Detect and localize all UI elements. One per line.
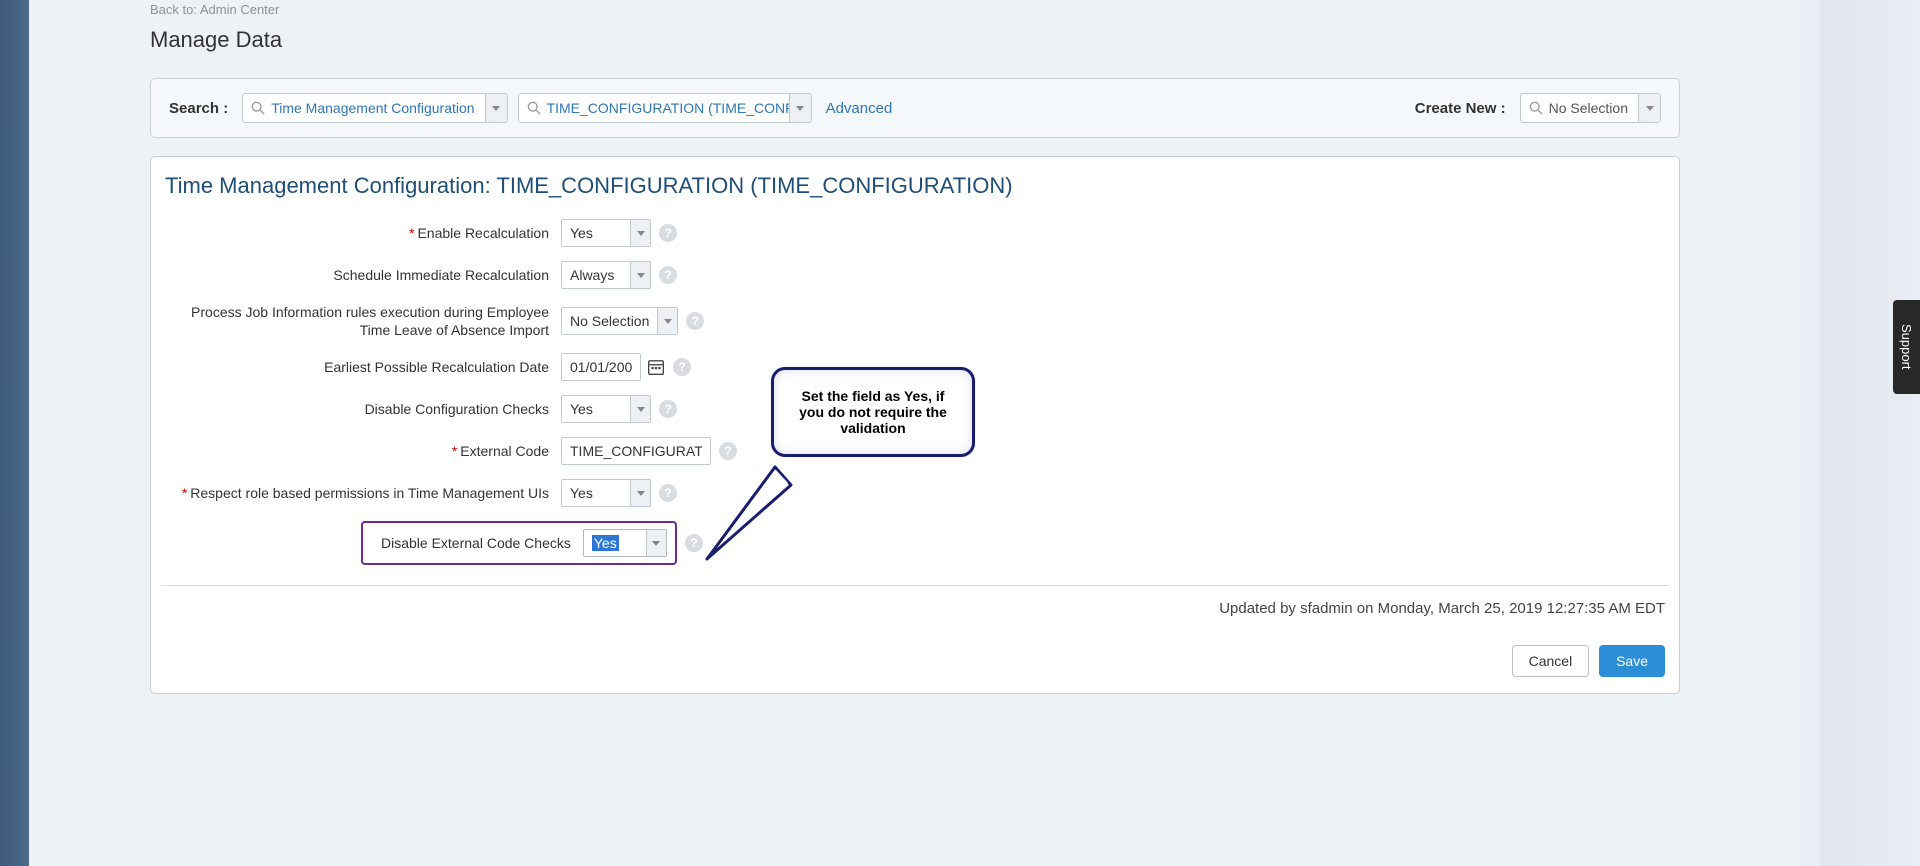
select-value: Yes — [562, 220, 630, 246]
help-icon[interactable]: ? — [659, 224, 677, 242]
select-value: Yes — [584, 530, 646, 556]
external-code-input[interactable] — [561, 437, 711, 465]
field-disable-external-code-checks: Disable External Code Checks Yes ? — [161, 521, 1669, 565]
calendar-icon[interactable] — [647, 358, 665, 376]
advanced-link[interactable]: Advanced — [826, 100, 893, 117]
chevron-down-icon[interactable] — [630, 220, 650, 246]
search-type-combo[interactable]: Time Management Configuration — [242, 93, 507, 123]
field-label: Earliest Possible Recalculation Date — [324, 359, 549, 375]
button-row: Cancel Save — [161, 645, 1669, 677]
disable-external-code-select[interactable]: Yes — [583, 529, 667, 557]
field-label: Respect role based permissions in Time M… — [190, 485, 549, 501]
help-icon[interactable]: ? — [685, 534, 703, 552]
select-value: No Selection — [562, 308, 657, 334]
respect-role-select[interactable]: Yes — [561, 479, 651, 507]
schedule-recalculation-select[interactable]: Always — [561, 261, 651, 289]
enable-recalculation-select[interactable]: Yes — [561, 219, 651, 247]
help-icon[interactable]: ? — [719, 442, 737, 460]
search-icon — [1521, 94, 1549, 122]
select-value: Yes — [562, 396, 630, 422]
field-label: External Code — [460, 443, 549, 459]
create-new-value: No Selection — [1549, 94, 1638, 122]
chevron-down-icon[interactable] — [630, 480, 650, 506]
field-respect-role: *Respect role based permissions in Time … — [161, 479, 1669, 507]
help-icon[interactable]: ? — [686, 312, 704, 330]
page-title: Manage Data — [150, 27, 1680, 53]
panel-title: Time Management Configuration: TIME_CONF… — [165, 173, 1669, 199]
help-icon[interactable]: ? — [659, 266, 677, 284]
search-object-value: TIME_CONFIGURATION (TIME_CONFI... — [547, 94, 789, 122]
field-enable-recalculation: *Enable Recalculation Yes ? — [161, 219, 1669, 247]
chevron-down-icon[interactable] — [485, 94, 507, 122]
search-object-combo[interactable]: TIME_CONFIGURATION (TIME_CONFI... — [518, 93, 812, 123]
support-tab[interactable]: Support — [1893, 300, 1920, 394]
highlighted-field: Disable External Code Checks Yes — [361, 521, 677, 565]
earliest-date-input[interactable] — [561, 353, 641, 381]
cancel-button[interactable]: Cancel — [1512, 645, 1590, 677]
field-process-job-info: Process Job Information rules execution … — [161, 303, 1669, 339]
select-value: Yes — [562, 480, 630, 506]
help-icon[interactable]: ? — [673, 358, 691, 376]
chevron-down-icon[interactable] — [646, 530, 666, 556]
chevron-down-icon[interactable] — [789, 94, 811, 122]
select-value: Always — [562, 262, 630, 288]
chevron-down-icon[interactable] — [630, 262, 650, 288]
save-button[interactable]: Save — [1599, 645, 1665, 677]
updated-text: Updated by sfadmin on Monday, March 25, … — [161, 600, 1669, 617]
field-label: Process Job Information rules execution … — [191, 304, 549, 338]
help-icon[interactable]: ? — [659, 400, 677, 418]
create-new-label: Create New : — [1415, 100, 1506, 117]
search-icon — [243, 94, 271, 122]
field-schedule-recalculation: Schedule Immediate Recalculation Always … — [161, 261, 1669, 289]
breadcrumb[interactable]: Back to: Admin Center — [150, 0, 1680, 27]
disable-config-select[interactable]: Yes — [561, 395, 651, 423]
config-panel: Time Management Configuration: TIME_CONF… — [150, 156, 1680, 694]
search-type-value: Time Management Configuration — [271, 94, 484, 122]
field-label: Schedule Immediate Recalculation — [333, 267, 549, 283]
chevron-down-icon[interactable] — [630, 396, 650, 422]
annotation-callout: Set the field as Yes, if you do not requ… — [771, 367, 975, 457]
create-new-combo[interactable]: No Selection — [1520, 93, 1661, 123]
search-label: Search : — [169, 100, 228, 117]
field-label: Enable Recalculation — [417, 225, 549, 241]
help-icon[interactable]: ? — [659, 484, 677, 502]
field-label: Disable External Code Checks — [381, 535, 571, 551]
chevron-down-icon[interactable] — [657, 308, 677, 334]
search-icon — [519, 94, 547, 122]
chevron-down-icon[interactable] — [1638, 94, 1660, 122]
search-bar: Search : Time Management Configuration T… — [150, 78, 1680, 138]
field-label: Disable Configuration Checks — [365, 401, 549, 417]
process-job-select[interactable]: No Selection — [561, 307, 678, 335]
divider — [161, 585, 1669, 586]
